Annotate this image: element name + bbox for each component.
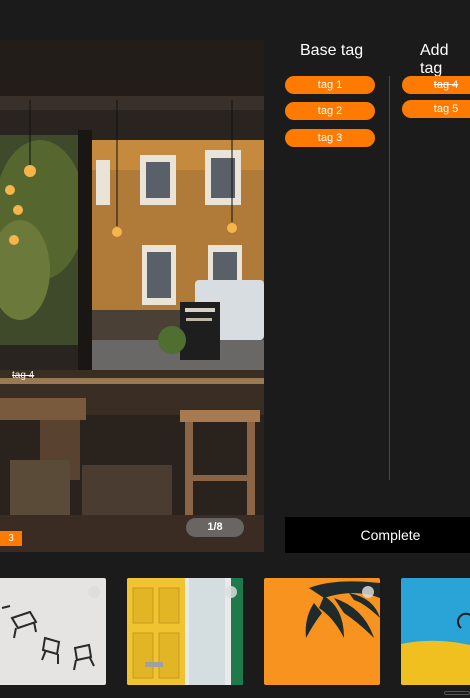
base-tag-3[interactable]: tag 3 — [285, 129, 375, 147]
added-tag-2[interactable]: tag 5 — [402, 100, 470, 118]
main-photo[interactable]: tag 4 3 — [0, 40, 264, 552]
column-divider — [389, 76, 390, 480]
bottom-bar — [0, 690, 470, 698]
thumbnail-door[interactable] — [127, 578, 243, 685]
select-circle[interactable] — [362, 586, 374, 598]
base-tag-title: Base tag — [300, 42, 364, 59]
thumbnail-wall[interactable] — [401, 578, 470, 685]
photo-counter: 1/8 — [186, 518, 244, 537]
base-tag-1[interactable]: tag 1 — [285, 76, 375, 94]
complete-button[interactable]: Complete — [285, 517, 470, 553]
image-tag-marker[interactable]: tag 4 — [0, 367, 70, 383]
added-tag-1[interactable]: tag 4 — [402, 76, 470, 94]
select-circle[interactable] — [225, 586, 237, 598]
image-tag-label: tag 4 — [12, 369, 35, 381]
image-tag-orange[interactable]: 3 — [0, 531, 22, 546]
base-tag-2[interactable]: tag 2 — [285, 102, 375, 120]
add-tag-title: Add tag — [420, 42, 449, 77]
top-bar — [0, 0, 470, 40]
select-circle[interactable] — [88, 586, 100, 598]
wall-image — [401, 578, 470, 685]
thumbnail-chairs[interactable] — [0, 578, 106, 685]
thumbnail-pineapple[interactable] — [264, 578, 380, 685]
cafe-photo — [0, 40, 264, 552]
home-indicator[interactable] — [444, 691, 470, 695]
